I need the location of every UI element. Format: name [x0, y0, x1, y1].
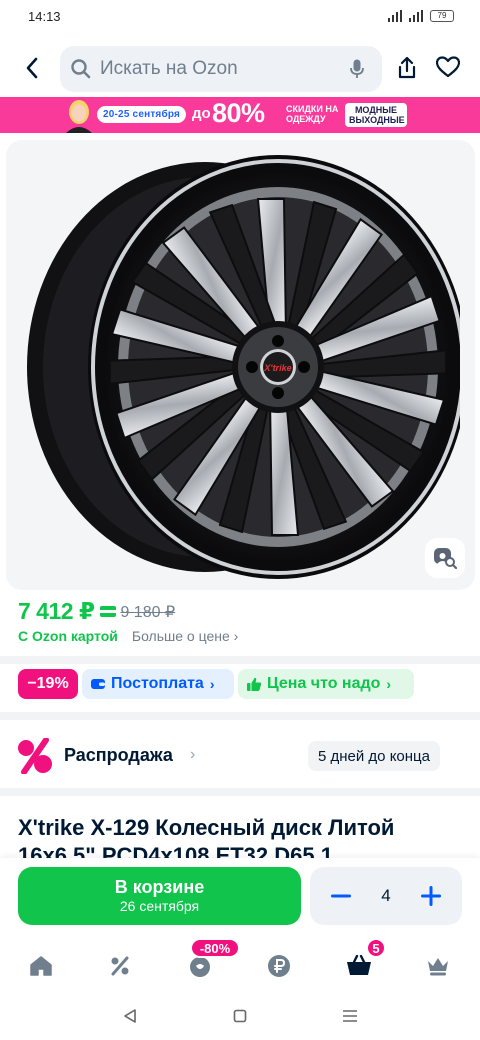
- system-home-button[interactable]: [230, 1006, 250, 1026]
- product-gallery[interactable]: X'trike: [6, 140, 475, 590]
- sale-card[interactable]: Распродажа › 5 дней до конца: [0, 722, 480, 788]
- ozon-card-label: С Ozon картой: [18, 628, 118, 644]
- favorite-button[interactable]: [435, 56, 461, 83]
- divider: [0, 712, 480, 720]
- promo-person-image: [66, 100, 92, 133]
- triangle-back-icon: [124, 1009, 136, 1023]
- chevron-right-icon: ›: [190, 746, 196, 763]
- sale-timer: 5 дней до конца: [308, 741, 440, 771]
- status-icons: 79: [388, 10, 454, 22]
- postpay-label: Постоплата: [111, 675, 204, 692]
- sale-badge: -80%: [190, 938, 240, 958]
- promo-dates: 20-25 сентября: [97, 106, 187, 123]
- share-icon: [398, 56, 416, 79]
- thumbs-up-icon: [247, 677, 262, 691]
- search-icon: [71, 59, 91, 79]
- nav-finance[interactable]: [263, 950, 295, 982]
- search-header: [0, 42, 480, 94]
- similar-search-button[interactable]: [425, 538, 465, 578]
- promo-subtitle: СКИДКИ НА ОДЕЖДУ: [286, 104, 339, 124]
- chevron-right-icon: ›: [386, 676, 392, 692]
- product-title-card: X'trike X-129 Колесный диск Литой 16x6.5…: [0, 796, 480, 866]
- signal-icon: [388, 10, 402, 22]
- search-bar[interactable]: [60, 46, 382, 92]
- quantity-stepper: 4: [310, 867, 462, 925]
- crown-icon: [428, 958, 448, 976]
- increase-quantity-button[interactable]: [420, 885, 442, 907]
- promo-tag: МОДНЫЕ ВЫХОДНЫЕ: [345, 103, 407, 127]
- fair-price-label: Цена что надо: [267, 675, 381, 692]
- wallet-icon: [91, 679, 105, 689]
- status-time: 14:13: [28, 8, 61, 24]
- fair-price-chip[interactable]: Цена что надо ›: [238, 669, 414, 699]
- share-button[interactable]: [396, 56, 418, 85]
- promo-percent: 80%: [212, 98, 265, 128]
- nav-home[interactable]: [25, 950, 57, 982]
- price-old: 9 180 ₽: [120, 603, 176, 621]
- ruble-icon: [268, 955, 290, 977]
- price-row: 7 412 ₽ 9 180 ₽: [18, 598, 175, 625]
- minus-icon: [331, 894, 351, 898]
- arrow-left-icon: [26, 57, 38, 79]
- delivery-date: 26 сентября: [119, 898, 200, 914]
- system-menu-button[interactable]: [340, 1006, 360, 1026]
- microphone-icon[interactable]: [350, 59, 364, 84]
- back-button[interactable]: [20, 56, 44, 80]
- menu-lines-icon: [343, 1010, 357, 1022]
- percent-icon: [111, 956, 129, 976]
- sale-title: Распродажа: [64, 745, 173, 765]
- in-cart-button[interactable]: В корзине 26 сентября: [18, 867, 301, 925]
- nav-sales[interactable]: [104, 950, 136, 982]
- signal-2-icon: [409, 10, 423, 22]
- more-about-price-link[interactable]: Больше о цене ›: [132, 628, 238, 644]
- home-icon: [30, 956, 52, 976]
- price-current: 7 412 ₽: [18, 598, 95, 624]
- battery-icon: 79: [430, 10, 454, 22]
- cart-icon: [347, 955, 371, 975]
- decrease-quantity-button[interactable]: [330, 885, 352, 907]
- nav-profile[interactable]: [422, 950, 454, 982]
- postpay-chip[interactable]: Постоплата ›: [82, 669, 234, 699]
- divider: [0, 788, 480, 796]
- system-back-button[interactable]: [120, 1006, 140, 1026]
- divider: [0, 656, 480, 664]
- chevron-right-icon: ›: [209, 676, 215, 692]
- promo-banner[interactable]: 20-25 сентября до 80% СКИДКИ НА ОДЕЖДУ М…: [0, 97, 480, 133]
- image-search-icon: [434, 548, 457, 569]
- wheel-logo-text: X'trike: [263, 363, 291, 373]
- product-image-wheel: X'trike: [27, 155, 460, 579]
- ozon-card-icon: [100, 606, 117, 617]
- in-cart-label: В корзине: [114, 877, 205, 897]
- price-subline: С Ozon картой Больше о цене ›: [18, 628, 238, 644]
- discount-badge: −19%: [18, 669, 78, 699]
- bottom-navigation: -80% 5: [0, 938, 480, 992]
- status-bar: 14:13 79: [0, 0, 480, 32]
- promo-upto: до: [192, 105, 211, 122]
- system-navigation: [0, 992, 480, 1040]
- plus-icon: [421, 886, 441, 906]
- square-home-icon: [233, 1009, 247, 1023]
- cart-count-badge: 5: [366, 938, 386, 958]
- quantity-value: 4: [381, 886, 391, 905]
- search-input[interactable]: [100, 58, 320, 80]
- heart-icon: [435, 56, 461, 78]
- purchase-bar: В корзине 26 сентября 4: [0, 858, 480, 938]
- percent-sale-icon: [18, 738, 52, 774]
